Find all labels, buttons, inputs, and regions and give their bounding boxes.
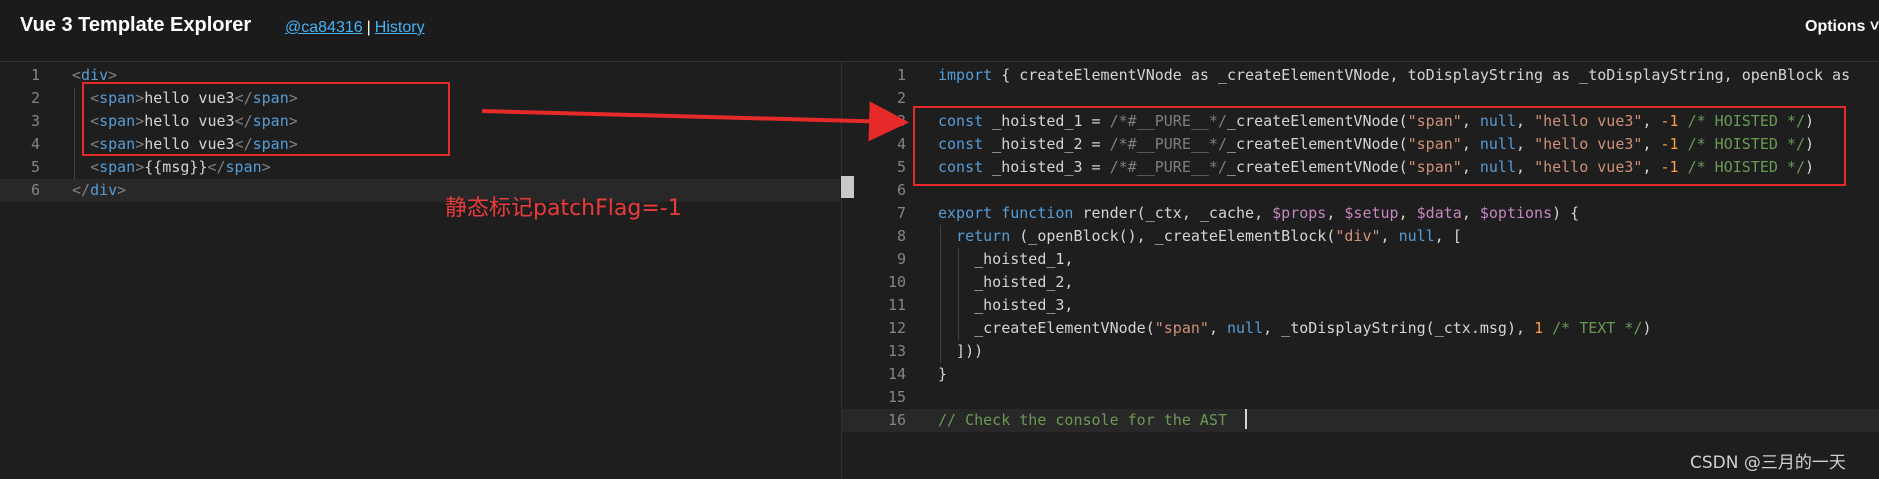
- code-token: render(_ctx, _cache,: [1073, 204, 1273, 222]
- highlight-box-template-static-spans: [82, 82, 450, 156]
- code-token: null: [1398, 227, 1435, 245]
- line-number: 3: [896, 112, 906, 130]
- output-line[interactable]: 12 _createElementVNode("span", null, _to…: [842, 317, 1879, 340]
- code-token: ) {: [1552, 204, 1580, 222]
- code-token: </: [207, 158, 226, 176]
- header-links: @ca84316 | History: [285, 19, 425, 37]
- link-separator: |: [366, 19, 371, 36]
- code-token: {{msg}}: [144, 158, 208, 176]
- text-caret: [1245, 409, 1247, 429]
- editor-scrollbar-marker[interactable]: [841, 176, 854, 198]
- code-text: return (_openBlock(), _createElementBloc…: [938, 225, 1462, 248]
- code-token: null: [1227, 319, 1264, 337]
- code-token: $data: [1416, 204, 1462, 222]
- line-number: 1: [896, 66, 906, 84]
- code-token: ])): [938, 342, 984, 360]
- code-token: ,: [1208, 319, 1227, 337]
- watermark: CSDN @三月的一天: [1690, 453, 1846, 473]
- code-token: $props: [1272, 204, 1327, 222]
- app-header: Vue 3 Template Explorer @ca84316 | History…: [0, 0, 1879, 62]
- code-token: >: [135, 158, 145, 176]
- code-token: , _toDisplayString(_ctx.msg),: [1263, 319, 1535, 337]
- code-token: ,: [1326, 204, 1345, 222]
- code-token: (_openBlock(), _createElementBlock(: [1010, 227, 1336, 245]
- options-menu-button[interactable]: Options ˅: [1805, 18, 1879, 36]
- code-token: >: [117, 181, 127, 199]
- output-line[interactable]: 9 _hoisted_1,: [842, 248, 1879, 271]
- code-token: , [: [1434, 227, 1462, 245]
- code-token: <: [72, 66, 82, 84]
- code-token: export function: [938, 204, 1074, 222]
- code-text: </div>: [72, 179, 126, 202]
- code-token: ,: [1380, 227, 1399, 245]
- line-number: 11: [887, 296, 906, 314]
- line-number: 15: [887, 388, 906, 406]
- code-text: _createElementVNode("span", null, _toDis…: [938, 317, 1651, 340]
- code-token: return: [956, 227, 1011, 245]
- code-token: "span": [1154, 319, 1209, 337]
- code-token: "div": [1335, 227, 1381, 245]
- code-token: $setup: [1344, 204, 1399, 222]
- app-title: Vue 3 Template Explorer: [20, 14, 252, 36]
- output-line[interactable]: 13 ])): [842, 340, 1879, 363]
- indent-guide: [958, 248, 959, 340]
- code-token: import: [938, 66, 993, 84]
- line-number: 8: [896, 227, 906, 245]
- line-number: 2: [30, 89, 40, 107]
- line-number: 10: [887, 273, 906, 291]
- code-token: { createElementVNode as _createElementVN…: [992, 66, 1851, 84]
- code-text: ])): [938, 340, 983, 363]
- template-line[interactable]: 5 <span>{{msg}}</span>: [0, 156, 840, 179]
- code-token: div: [90, 181, 118, 199]
- output-line[interactable]: 10 _hoisted_2,: [842, 271, 1879, 294]
- code-token: ,: [1398, 204, 1417, 222]
- indent-guide: [940, 225, 941, 363]
- code-token: >: [261, 158, 271, 176]
- code-token: span: [99, 158, 136, 176]
- code-text: // Check the console for the AST: [938, 409, 1227, 432]
- code-token: // Check the console for the AST: [938, 411, 1227, 429]
- output-line[interactable]: 7 export function render(_ctx, _cache, $p…: [842, 202, 1879, 225]
- code-token: <: [90, 158, 100, 176]
- output-line[interactable]: 11 _hoisted_3,: [842, 294, 1879, 317]
- code-token: }: [938, 365, 948, 383]
- line-number: 13: [887, 342, 906, 360]
- code-token: ,: [1461, 204, 1480, 222]
- output-line[interactable]: 15: [842, 386, 1879, 409]
- code-text: import { createElementVNode as _createEl…: [938, 64, 1850, 87]
- annotation-label: 静态标记patchFlag=-1: [445, 196, 682, 221]
- line-number: 3: [30, 112, 40, 130]
- code-token: /* TEXT */: [1543, 319, 1643, 337]
- line-number: 4: [30, 135, 40, 153]
- code-token: _createElementVNode(: [938, 319, 1155, 337]
- code-token: 1: [1534, 319, 1544, 337]
- code-token: $options: [1479, 204, 1553, 222]
- code-token: span: [225, 158, 262, 176]
- line-number: 12: [887, 319, 906, 337]
- line-number: 6: [30, 181, 40, 199]
- output-line[interactable]: 1 import { createElementVNode as _createE…: [842, 64, 1879, 87]
- line-number: 2: [896, 89, 906, 107]
- output-line[interactable]: 8 return (_openBlock(), _createElementBl…: [842, 225, 1879, 248]
- code-text: <span>{{msg}}</span>: [72, 156, 271, 179]
- line-number: 7: [896, 204, 906, 222]
- line-number: 1: [30, 66, 40, 84]
- code-text: }: [938, 363, 947, 386]
- highlight-box-hoisted-output: [913, 106, 1846, 186]
- line-number: 14: [887, 365, 906, 383]
- code-token: </: [72, 181, 91, 199]
- template-line[interactable]: 6 </div>: [0, 179, 840, 202]
- output-line[interactable]: 16 // Check the console for the AST: [842, 409, 1879, 432]
- commit-link[interactable]: @ca84316: [285, 19, 363, 36]
- indent-guide: [74, 87, 75, 179]
- code-token: ): [1642, 319, 1652, 337]
- line-number: 5: [30, 158, 40, 176]
- line-number: 4: [896, 135, 906, 153]
- line-number: 16: [887, 411, 906, 429]
- line-number: 9: [896, 250, 906, 268]
- output-line[interactable]: 14}: [842, 363, 1879, 386]
- code-text: export function render(_ctx, _cache, $pr…: [938, 202, 1579, 225]
- history-link[interactable]: History: [375, 19, 425, 36]
